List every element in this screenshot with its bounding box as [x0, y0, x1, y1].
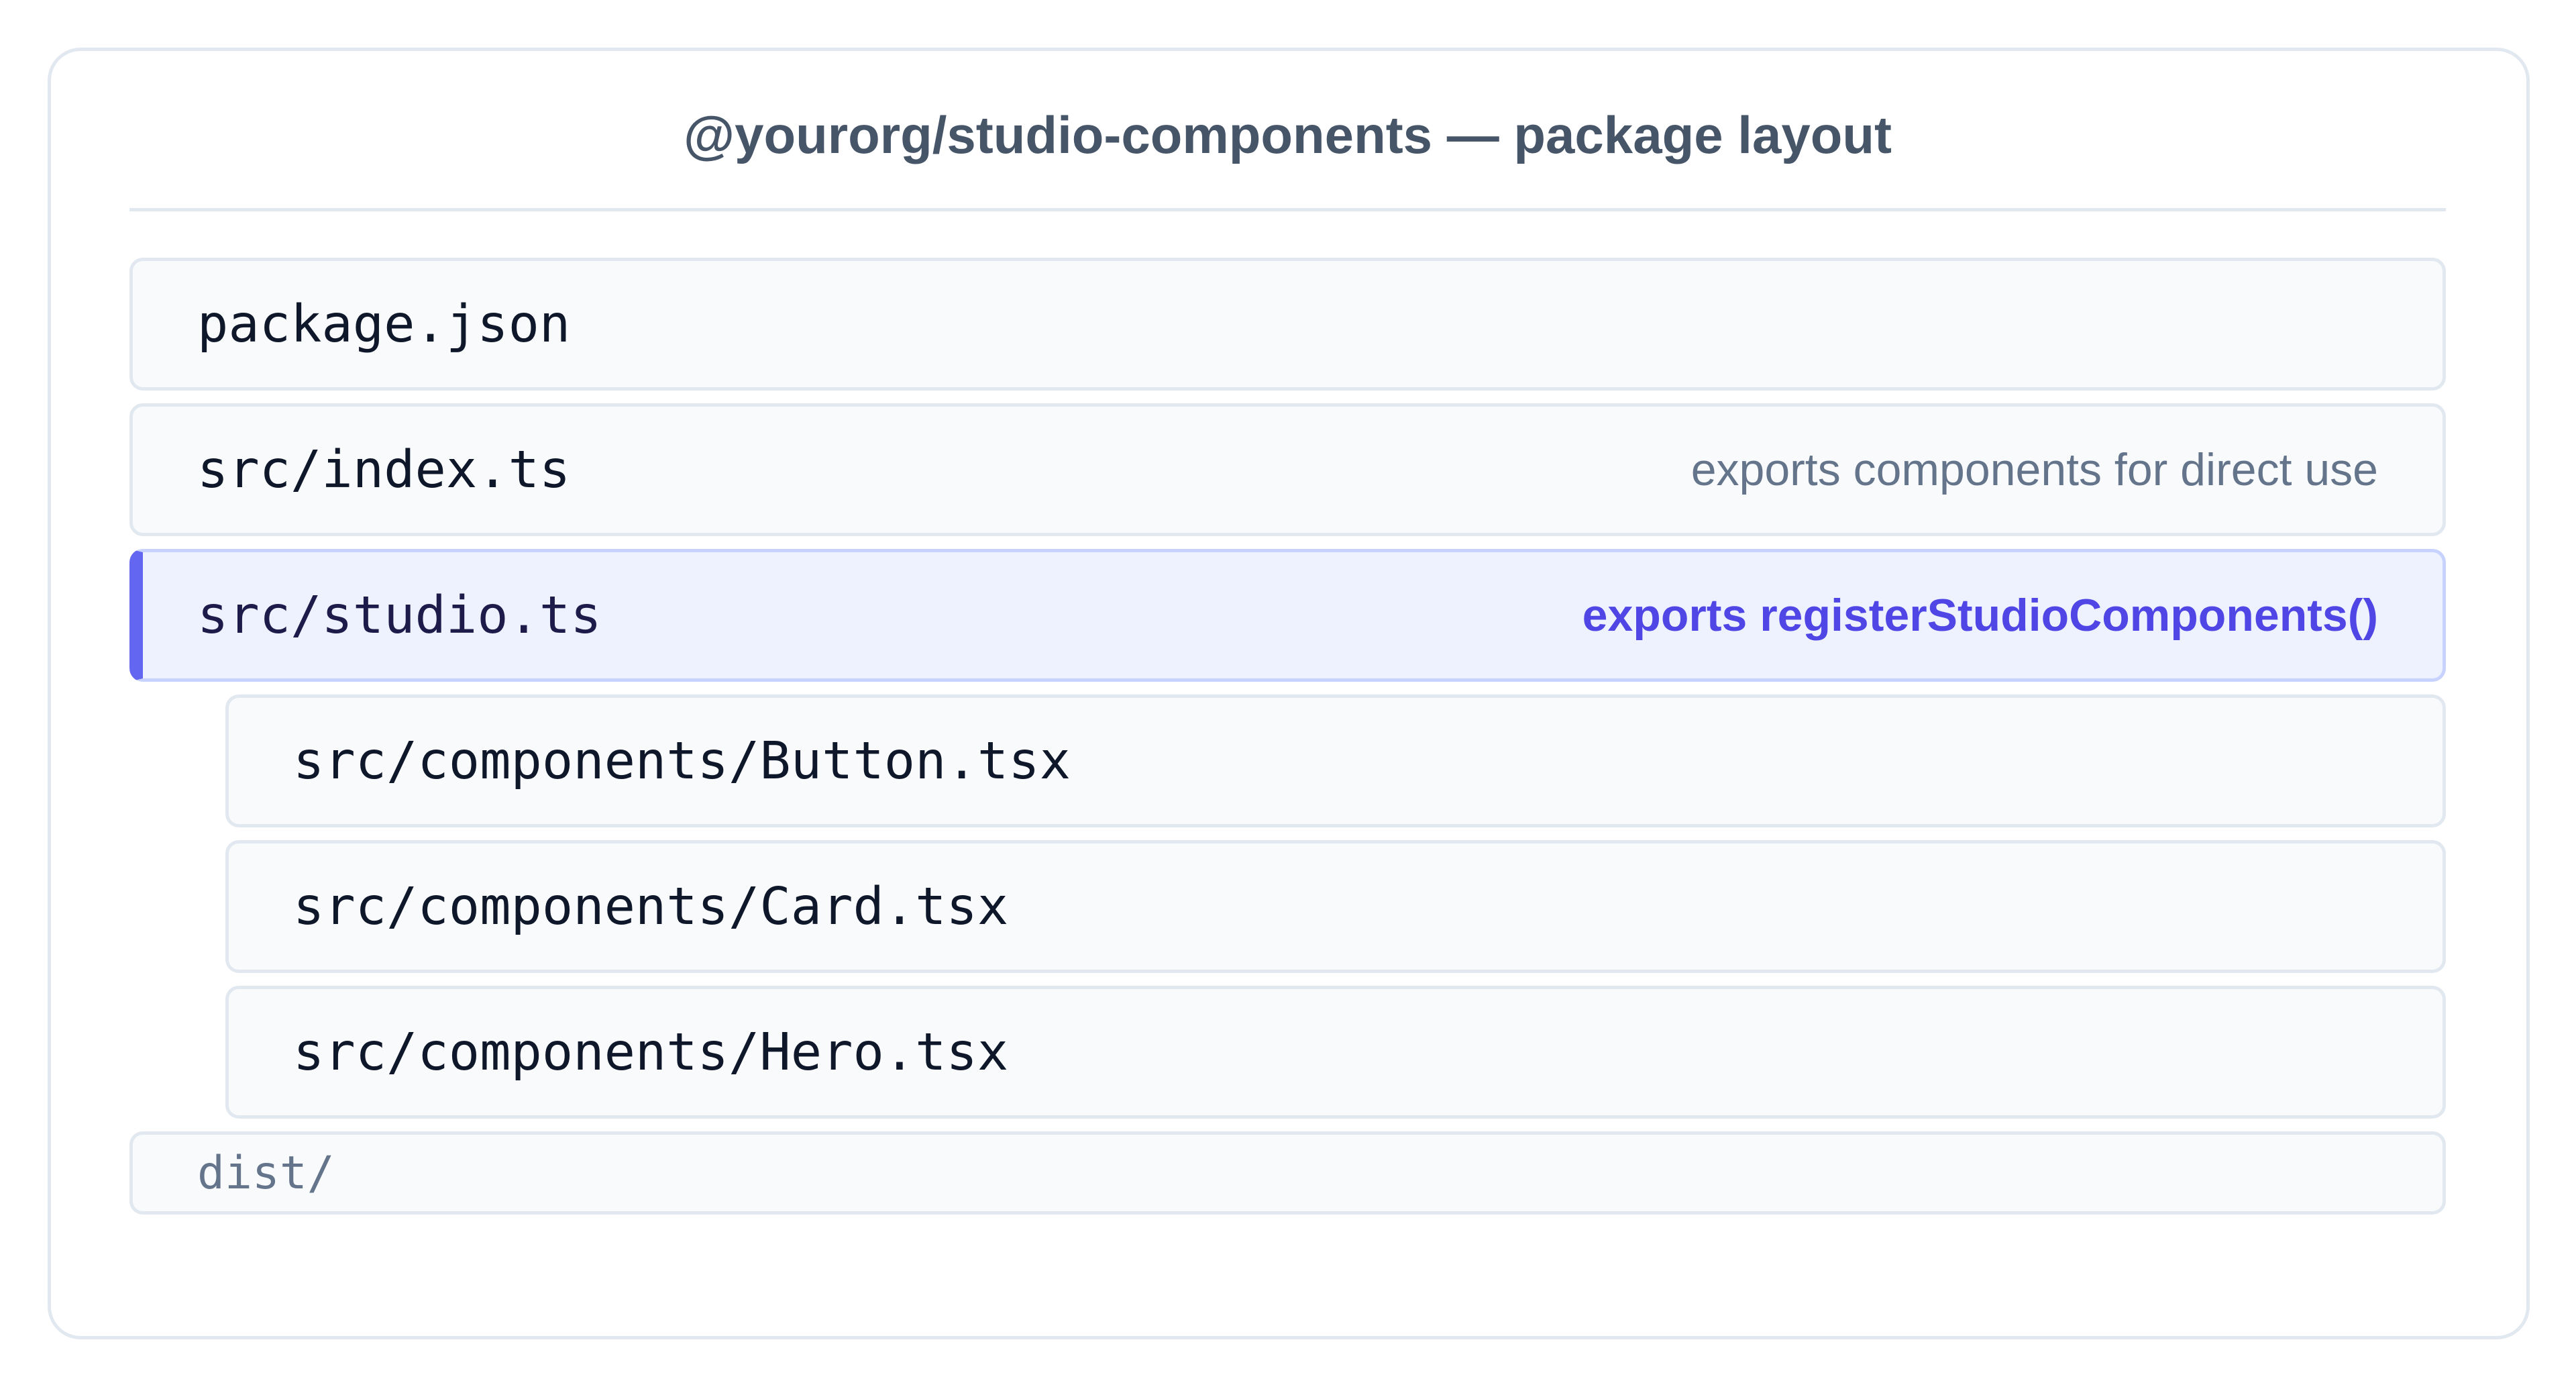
file-row-package-json: package.json	[129, 258, 2446, 391]
file-note: exports components for direct use	[1690, 444, 2378, 495]
file-path: package.json	[197, 294, 571, 354]
file-row-hero-tsx: src/components/Hero.tsx	[225, 986, 2446, 1119]
file-row-button-tsx: src/components/Button.tsx	[225, 695, 2446, 827]
file-path: src/components/Card.tsx	[293, 876, 1009, 937]
diagram-title: @yourorg/studio-components — package lay…	[684, 105, 1892, 164]
file-path: src/studio.ts	[197, 585, 602, 646]
file-row-card-tsx: src/components/Card.tsx	[225, 840, 2446, 973]
file-note: exports registerStudioComponents()	[1582, 590, 2378, 641]
file-path: src/components/Hero.tsx	[293, 1022, 1009, 1082]
file-row-dist: dist/	[129, 1131, 2446, 1215]
file-row-index-ts: src/index.ts exports components for dire…	[129, 403, 2446, 536]
file-path: dist/	[197, 1146, 335, 1200]
file-path: src/index.ts	[197, 440, 571, 500]
file-path: src/components/Button.tsx	[293, 731, 1071, 791]
title-divider	[129, 208, 2446, 211]
file-row-studio-ts: src/studio.ts exports registerStudioComp…	[129, 549, 2446, 682]
